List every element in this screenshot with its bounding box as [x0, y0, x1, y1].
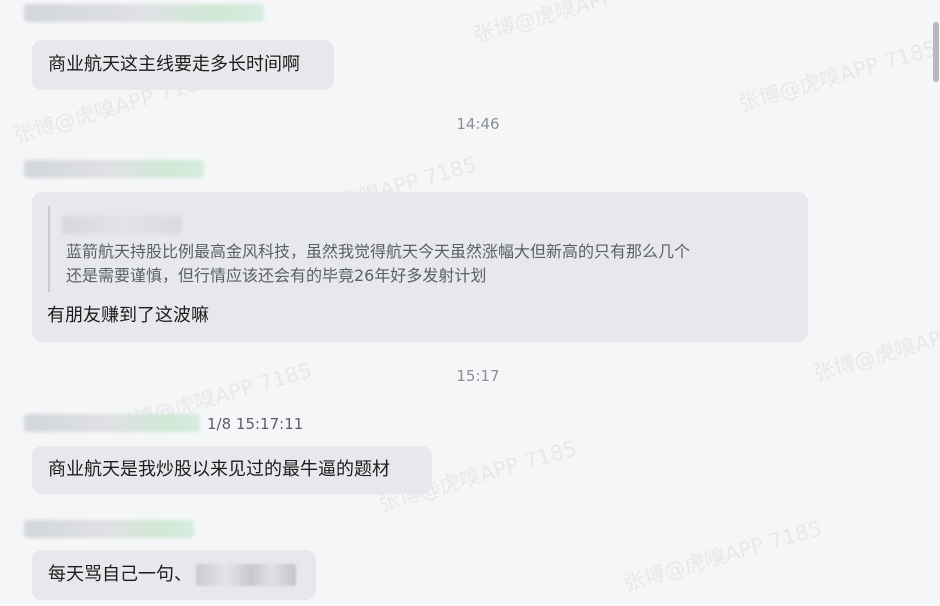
sender-name-redacted — [24, 414, 200, 432]
timestamp-divider: 15:17 — [456, 367, 500, 385]
sender-name-redacted — [24, 520, 194, 538]
chat-window: 张博@虎嗅APP 7185 张博@虎嗅APP 7185 张博@虎嗅APP 718… — [0, 0, 940, 606]
sender-name-redacted — [24, 160, 204, 178]
message-bubble-with-quote[interactable]: 蓝箭航天持股比例最高金风科技，虽然我觉得航天今天虽然涨幅大但新高的只有那么几个 … — [32, 192, 808, 342]
quoted-sender-redacted — [62, 216, 182, 234]
message-text: 有朋友赚到了这波嘛 — [47, 305, 209, 326]
message-bubble[interactable]: 商业航天是我炒股以来见过的最牛逼的题材 — [32, 446, 432, 494]
message-bubble[interactable]: 商业航天这主线要走多长时间啊 — [32, 40, 334, 90]
message-text: 每天骂自己一句、 — [48, 564, 192, 585]
sender-name-redacted — [24, 4, 264, 22]
watermark: 张博@虎嗅APP 7185 — [470, 0, 675, 48]
watermark: 张博@虎嗅APP 7185 — [735, 36, 940, 116]
watermark: 张博@虎嗅APP 7185 — [620, 516, 825, 596]
scrollbar-thumb[interactable] — [933, 22, 939, 82]
message-text: 商业航天是我炒股以来见过的最牛逼的题材 — [48, 459, 390, 480]
watermark: 张博@虎嗅APP 7185 — [810, 306, 940, 386]
quoted-message: 蓝箭航天持股比例最高金风科技，虽然我觉得航天今天虽然涨幅大但新高的只有那么几个 … — [48, 206, 778, 292]
message-sent-time: 1/8 15:17:11 — [207, 415, 304, 433]
scrollbar-track[interactable] — [932, 0, 940, 606]
timestamp-divider: 14:46 — [456, 115, 500, 133]
quoted-text: 蓝箭航天持股比例最高金风科技，虽然我觉得航天今天虽然涨幅大但新高的只有那么几个 … — [66, 240, 690, 288]
message-bubble[interactable]: 每天骂自己一句、 — [32, 550, 316, 600]
quoted-text-line-2: 还是需要谨慎，但行情应该还会有的毕竟26年好多发射计划 — [66, 266, 487, 285]
message-text: 商业航天这主线要走多长时间啊 — [48, 54, 300, 75]
redacted-content — [196, 564, 296, 586]
quoted-text-line-1: 蓝箭航天持股比例最高金风科技，虽然我觉得航天今天虽然涨幅大但新高的只有那么几个 — [66, 242, 691, 261]
